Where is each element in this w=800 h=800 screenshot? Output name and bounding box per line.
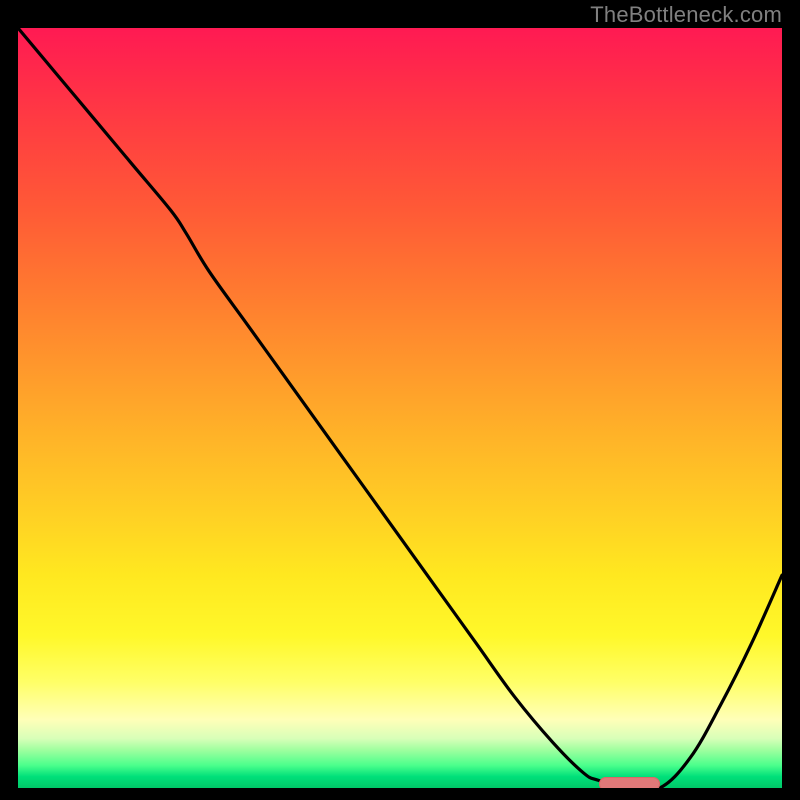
optimal-range-marker (599, 777, 660, 788)
bottleneck-curve (18, 28, 782, 788)
watermark-text: TheBottleneck.com (590, 2, 782, 28)
chart-frame: TheBottleneck.com (0, 0, 800, 800)
plot-area (18, 28, 782, 788)
curve-layer (18, 28, 782, 788)
